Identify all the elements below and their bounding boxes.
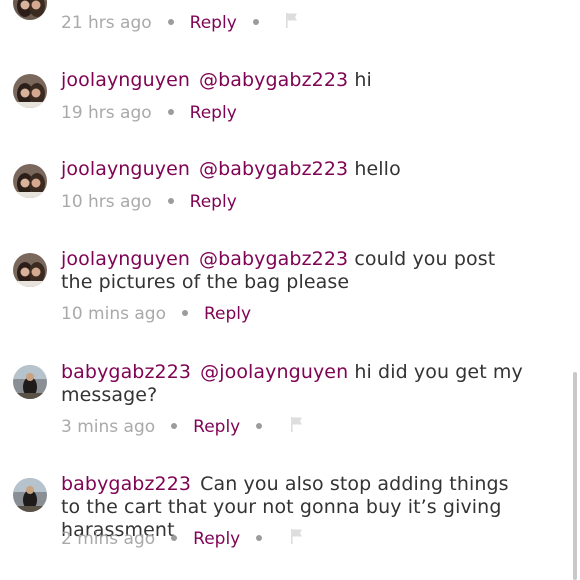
separator-dot [171,422,178,429]
comment-item: babygabz223 Can you also stop adding thin… [0,471,566,566]
avatar[interactable] [13,253,47,287]
username-link[interactable]: joolaynguyen [61,248,190,270]
timestamp: 21 hrs ago [61,13,152,33]
mention-link[interactable]: @babygabz223 [199,158,348,180]
username-link[interactable]: joolaynguyen [61,158,190,180]
timestamp: 10 mins ago [61,304,166,324]
username-link[interactable]: babygabz223 [61,473,191,495]
scrollbar[interactable] [573,372,577,580]
username-link[interactable]: joolaynguyen [61,69,190,91]
comment-item: babygabz223 @joolaynguyen hi did you get … [0,359,566,449]
timestamp: 3 mins ago [61,417,156,437]
comments-screen: 21 hrs ago Reply joolaynguyen @babygabz223… [0,0,580,580]
comment-partial: 21 hrs ago Reply [0,0,566,40]
mention-link[interactable]: @babygabz223 [199,248,348,270]
comment-meta: 2 mins ago Reply [61,528,304,550]
comment-meta: 21 hrs ago Reply [61,12,299,34]
comment-body: hello [354,158,401,180]
separator-dot [167,18,174,25]
timestamp: 2 mins ago [61,529,156,549]
comment-text: joolaynguyen @babygabz223 hello [61,158,532,181]
comment-item: joolaynguyen @babygabz223 could you post … [0,246,566,336]
comment-meta: 19 hrs ago Reply [61,102,237,124]
comment-text: joolaynguyen @babygabz223 could you post … [61,248,532,294]
avatar[interactable] [13,0,47,20]
reply-button[interactable]: Reply [204,304,251,324]
avatar[interactable] [13,74,47,108]
separator-dot [167,197,174,204]
separator-dot [167,108,174,115]
comment-meta: 10 mins ago Reply [61,303,251,325]
comment-item: joolaynguyen @babygabz223 hello 10 hrs ag… [0,156,566,226]
comment-text: joolaynguyen @babygabz223 hi [61,69,532,92]
flag-icon[interactable] [290,528,304,550]
timestamp: 10 hrs ago [61,192,152,212]
avatar[interactable] [13,478,47,512]
comment-meta: 10 hrs ago Reply [61,191,237,213]
comment-meta: 3 mins ago Reply [61,416,304,438]
avatar[interactable] [13,365,47,399]
separator-dot [256,534,263,541]
username-link[interactable]: babygabz223 [61,361,191,383]
separator-dot [256,422,263,429]
flag-icon[interactable] [290,416,304,438]
reply-button[interactable]: Reply [193,529,240,549]
avatar[interactable] [13,164,47,198]
reply-button[interactable]: Reply [190,192,237,212]
mention-link[interactable]: @joolaynguyen [200,361,348,383]
reply-button[interactable]: Reply [190,13,237,33]
separator-dot [252,18,259,25]
mention-link[interactable]: @babygabz223 [199,69,348,91]
comment-item: joolaynguyen @babygabz223 hi 19 hrs ago Re… [0,66,566,136]
separator-dot [181,309,188,316]
reply-button[interactable]: Reply [193,417,240,437]
separator-dot [171,534,178,541]
comment-body: hi [354,69,372,91]
flag-icon[interactable] [285,12,299,34]
comment-text: babygabz223 @joolaynguyen hi did you get … [61,361,532,407]
reply-button[interactable]: Reply [190,103,237,123]
timestamp: 19 hrs ago [61,103,152,123]
